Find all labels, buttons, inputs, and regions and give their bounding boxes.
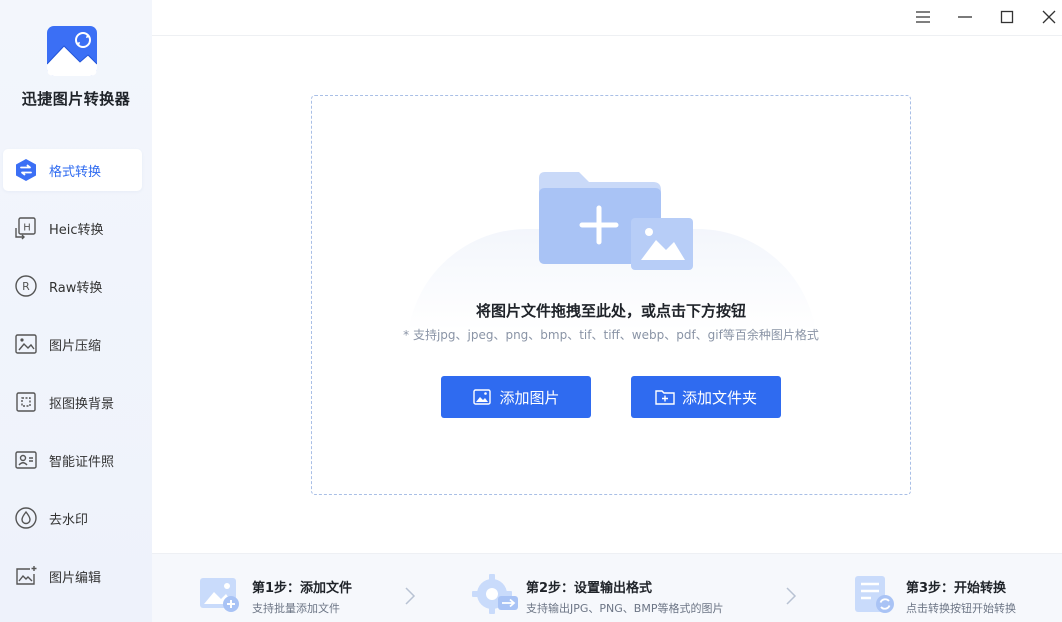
menu-icon (915, 9, 931, 28)
raw-icon: R (14, 274, 38, 298)
svg-text:H: H (23, 223, 31, 234)
sidebar-item-heic[interactable]: H Heic转换 (3, 207, 142, 249)
add-image-label: 添加图片 (499, 388, 560, 407)
id-photo-icon (14, 448, 38, 472)
sidebar-item-id-photo[interactable]: 智能证件照 (3, 439, 142, 481)
sidebar-item-label: 抠图换背景 (49, 396, 115, 412)
sidebar-item-cutout[interactable]: 抠图换背景 (3, 381, 142, 423)
title-bar (152, 0, 1062, 36)
sidebar-item-label: 图片压缩 (49, 338, 102, 354)
image-icon (472, 388, 492, 406)
heic-icon: H (14, 216, 38, 240)
svg-text:R: R (22, 280, 30, 293)
sidebar-item-image-edit[interactable]: 图片编辑 (3, 555, 142, 597)
step-desc: 支持批量添加文件 (252, 602, 340, 615)
close-button[interactable] (1036, 6, 1062, 30)
maximize-icon (1000, 9, 1014, 28)
add-image-button[interactable]: 添加图片 (441, 376, 591, 418)
minimize-icon (957, 9, 973, 28)
image-edit-icon (14, 564, 38, 588)
maximize-button[interactable] (994, 6, 1020, 30)
sidebar: 迅捷图片转换器 格式转换 H Heic转换 R Raw转换 图片压缩 抠图换背景… (0, 0, 152, 622)
step-2: 第2步：设置输出格式 支持输出JPG、PNG、BMP等格式的图片 (472, 554, 802, 622)
step-desc: 点击转换按钮开始转换 (906, 602, 1016, 615)
sidebar-item-raw[interactable]: R Raw转换 (3, 265, 142, 307)
convert-step-icon (853, 574, 897, 614)
add-file-step-icon (199, 574, 243, 614)
settings-step-icon (472, 574, 518, 614)
sidebar-nav: 格式转换 H Heic转换 R Raw转换 图片压缩 抠图换背景 智能证件照 去… (0, 149, 152, 613)
sidebar-item-watermark[interactable]: 去水印 (3, 497, 142, 539)
menu-button[interactable] (910, 6, 936, 30)
sidebar-item-label: 格式转换 (49, 164, 102, 180)
sidebar-item-label: 去水印 (49, 512, 89, 528)
step-1: 第1步：添加文件 支持批量添加文件 (152, 554, 452, 622)
drop-zone[interactable]: 将图片文件拖拽至此处，或点击下方按钮 * 支持jpg、jpeg、png、bmp、… (311, 95, 911, 495)
add-folder-button[interactable]: 添加文件夹 (631, 376, 781, 418)
add-folder-label: 添加文件夹 (681, 388, 757, 407)
format-convert-icon (14, 158, 38, 182)
folder-add-icon (535, 170, 695, 280)
steps-bar: 第1步：添加文件 支持批量添加文件 第2步：设置输出格式 支持输出JPG、PNG… (152, 553, 1062, 622)
sidebar-item-image-compress[interactable]: 图片压缩 (3, 323, 142, 365)
app-name: 迅捷图片转换器 (21, 90, 131, 108)
cutout-icon (14, 390, 38, 414)
sidebar-item-label: 智能证件照 (49, 454, 115, 470)
step-title: 第3步：开始转换 (906, 581, 1007, 596)
chevron-right-icon (404, 586, 416, 606)
sidebar-item-label: Raw转换 (49, 280, 103, 296)
app-logo-icon (46, 26, 98, 76)
folder-add-small-icon (655, 388, 675, 406)
chevron-right-icon (785, 586, 797, 606)
sidebar-item-label: Heic转换 (49, 222, 104, 238)
sidebar-item-format-convert[interactable]: 格式转换 (3, 149, 142, 191)
sidebar-item-label: 图片编辑 (49, 570, 102, 586)
supported-formats-text: * 支持jpg、jpeg、png、bmp、tif、tiff、webp、pdf、g… (403, 328, 819, 342)
minimize-button[interactable] (952, 6, 978, 30)
image-compress-icon (14, 332, 38, 356)
step-3: 第3步：开始转换 点击转换按钮开始转换 (852, 554, 1062, 622)
step-title: 第2步：设置输出格式 (526, 581, 653, 596)
close-icon (1042, 9, 1056, 28)
step-desc: 支持输出JPG、PNG、BMP等格式的图片 (526, 602, 724, 615)
watermark-icon (14, 506, 38, 530)
step-title: 第1步：添加文件 (252, 581, 353, 596)
drop-zone-title: 将图片文件拖拽至此处，或点击下方按钮 (475, 302, 746, 320)
